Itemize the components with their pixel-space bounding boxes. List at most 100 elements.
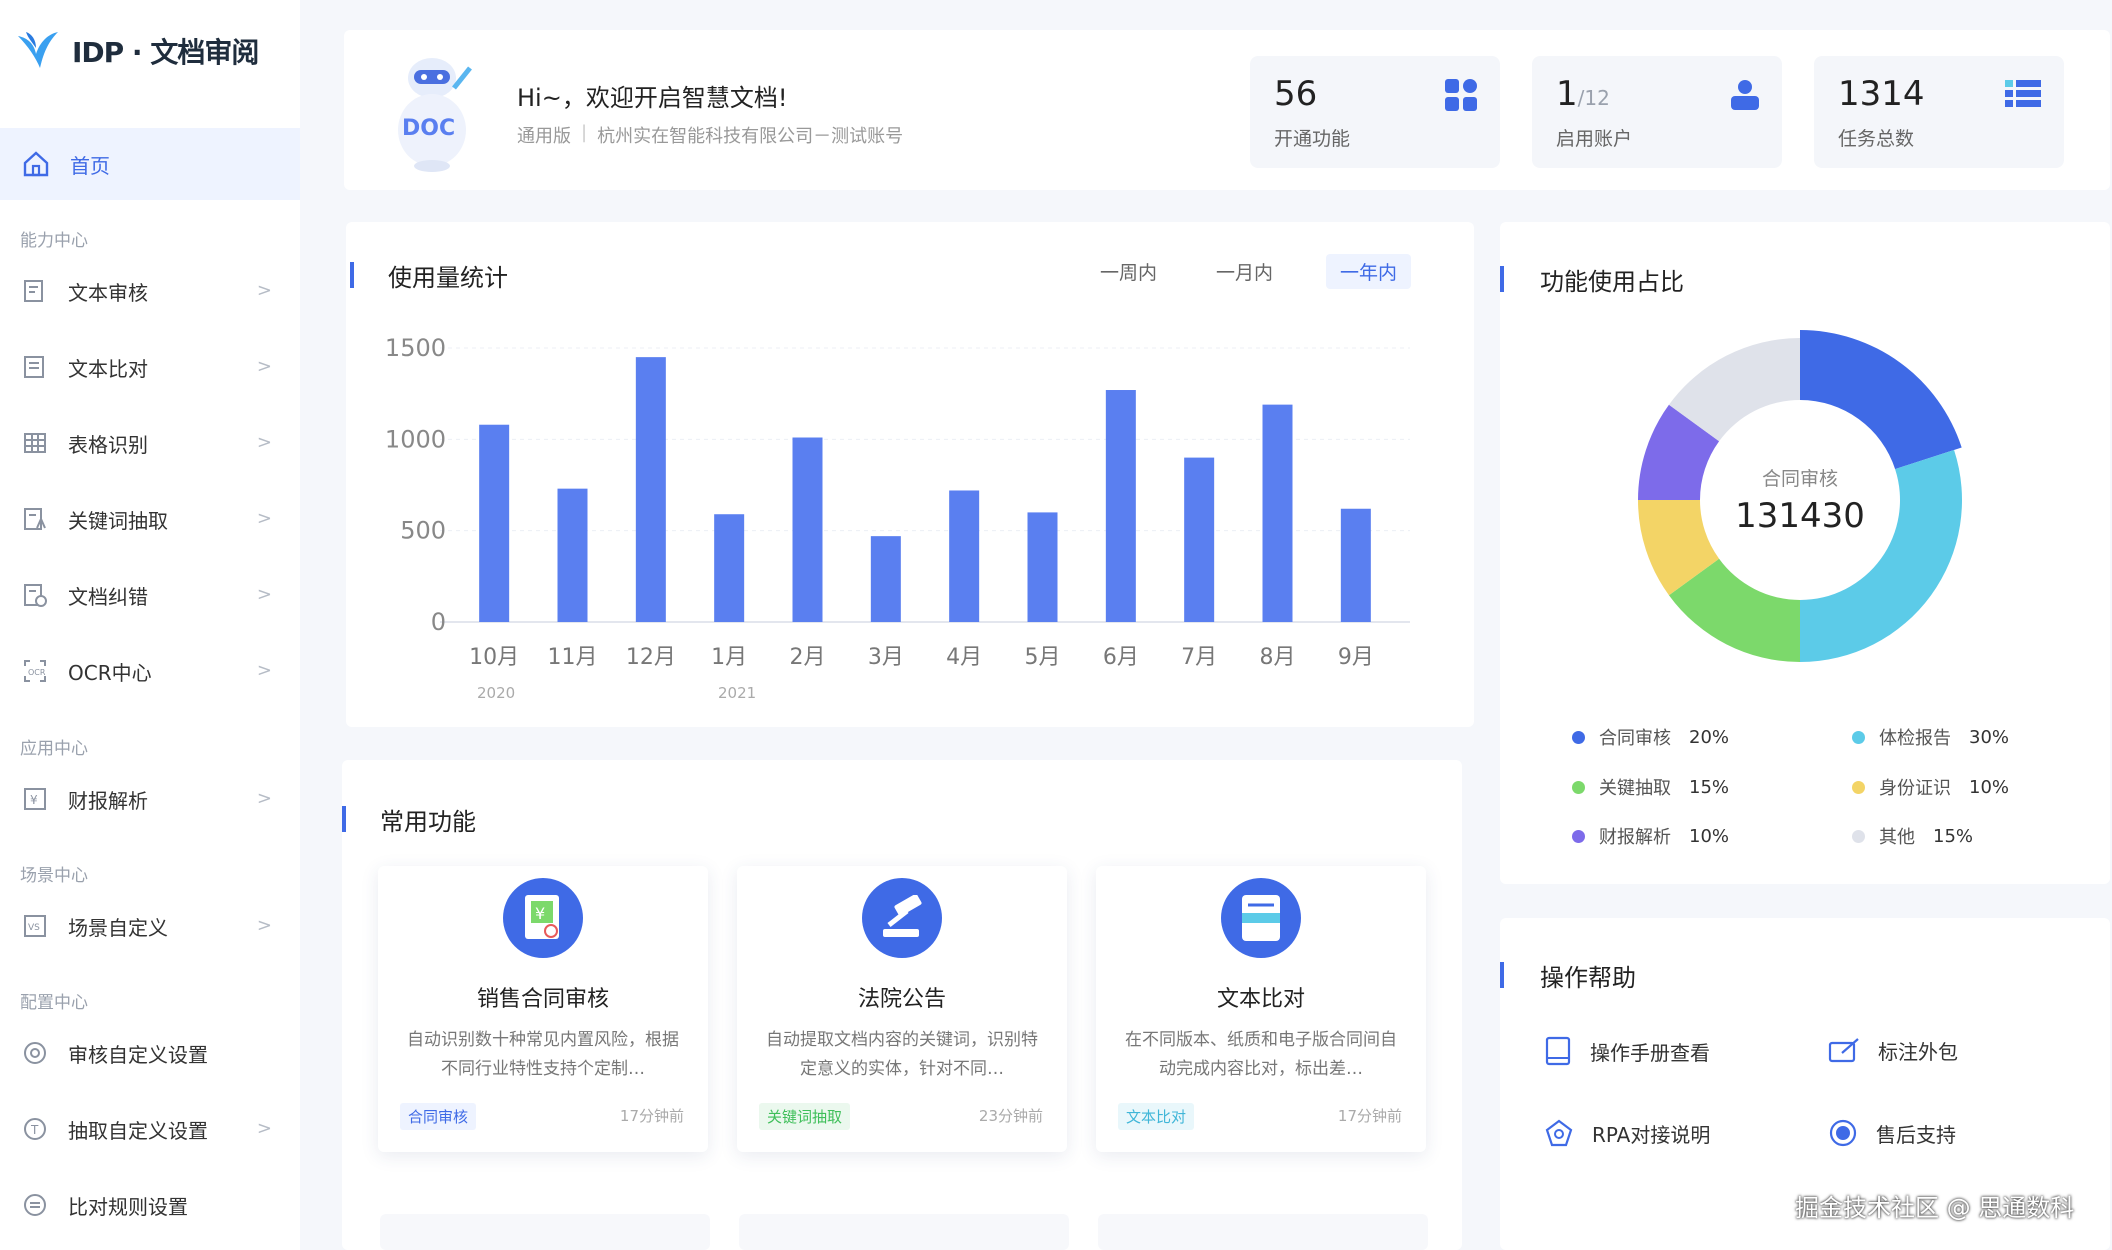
- review-setting-icon: [22, 1040, 48, 1066]
- sidebar-item-label: 抽取自定义设置: [68, 1118, 208, 1143]
- placeholder-card: [1098, 1214, 1428, 1250]
- divider: |: [581, 122, 588, 143]
- stat-functions[interactable]: 56 开通功能: [1250, 56, 1500, 168]
- finance-icon: ¥: [22, 786, 48, 812]
- chevron-right-icon: >: [256, 915, 272, 936]
- x-tick-label: 2月: [790, 645, 826, 670]
- support-icon: [1829, 1119, 1857, 1147]
- legend-pct: 20%: [1689, 726, 1730, 748]
- sidebar-item-finance[interactable]: ¥ 财报解析 >: [0, 771, 300, 827]
- function-card-court[interactable]: 法院公告 自动提取文档内容的关键词，识别特定意义的实体，针对不同… 关键词抽取 …: [737, 866, 1067, 1152]
- watermark: 掘金技术社区 @ 思通数科: [1795, 1194, 2075, 1222]
- bar: [557, 488, 588, 622]
- task-list-icon: [2004, 78, 2042, 112]
- robot-mascot-icon: DOC: [384, 48, 484, 176]
- legend-pct: 10%: [1689, 825, 1730, 847]
- section-marker: [1500, 962, 1504, 988]
- usage-bar-chart: 1500 1000 500 0 10月 11月 12月 1月 2月 3月 4月 5月 6月 7月 8月 9月: [385, 334, 1410, 670]
- stat-value: 56: [1274, 74, 1318, 114]
- sidebar-item-scene[interactable]: VS 场景自定义 >: [0, 898, 300, 954]
- bar: [635, 357, 666, 622]
- range-month[interactable]: 一月内: [1216, 258, 1273, 285]
- help-item-annotate[interactable]: 标注外包: [1828, 1036, 1958, 1065]
- svg-text:¥: ¥: [535, 904, 545, 923]
- bird-logo-icon: [18, 32, 58, 68]
- function-desc: 在不同版本、纸质和电子版合同间自动完成内容比对，标出差…: [1125, 1030, 1397, 1079]
- legend-name: 其他: [1879, 827, 1915, 848]
- function-tag: 关键词抽取: [759, 1103, 851, 1130]
- sidebar-item-ocr[interactable]: OCR OCR中心 >: [0, 643, 300, 699]
- contract-icon: ¥: [503, 878, 583, 958]
- y-tick-label: 0: [431, 608, 446, 636]
- legend-item: 体检报告 30%: [1852, 724, 2009, 750]
- function-name: 法院公告: [857, 987, 946, 1012]
- sidebar: IDP · 文档审阅 首页 能力中心 文本审核 > 文本比对 > 表格识别 > …: [0, 0, 300, 1250]
- x-tick-label: 9月: [1338, 645, 1374, 670]
- help-item-manual[interactable]: 操作手册查看: [1544, 1036, 1710, 1066]
- legend-name: 合同审核: [1599, 728, 1671, 749]
- usage-title: 使用量统计: [388, 264, 508, 292]
- range-year[interactable]: 一年内: [1326, 254, 1412, 289]
- stat-tasks[interactable]: 1314 任务总数: [1814, 56, 2064, 168]
- sidebar-item-compare-rule[interactable]: 比对规则设置: [0, 1177, 300, 1233]
- sidebar-item-table[interactable]: 表格识别 >: [0, 415, 300, 471]
- edition-label: 通用版: [517, 126, 571, 147]
- stat-value: 1314: [1838, 74, 1925, 114]
- function-desc: 自动识别数十种常见内置风险，根据不同行业特性支持个定制…: [407, 1030, 679, 1079]
- chevron-right-icon: >: [256, 788, 272, 809]
- legend-name: 财报解析: [1599, 827, 1671, 848]
- annotate-icon: [1828, 1037, 1859, 1062]
- help-title: 操作帮助: [1540, 964, 1636, 992]
- legend-pct: 10%: [1969, 776, 2010, 798]
- sidebar-item-label: 文本比对: [68, 356, 148, 381]
- stat-label: 开通功能: [1274, 128, 1351, 150]
- sidebar-item-doc-correct[interactable]: 文档纠错 >: [0, 567, 300, 623]
- doc-compare-icon: [22, 354, 48, 380]
- section-scene: 场景中心: [20, 866, 88, 886]
- legend-item: 合同审核 20%: [1572, 724, 1729, 750]
- section-ability: 能力中心: [20, 231, 88, 251]
- help-label: 标注外包: [1878, 1040, 1958, 1064]
- app-logo[interactable]: IDP · 文档审阅: [14, 28, 259, 74]
- section-config: 配置中心: [20, 993, 88, 1013]
- legend-name: 体检报告: [1879, 728, 1951, 749]
- sidebar-item-keyword[interactable]: 关键词抽取 >: [0, 491, 300, 547]
- x-tick-label: 3月: [868, 645, 904, 670]
- manual-icon: [1545, 1036, 1571, 1066]
- function-card-compare[interactable]: 文本比对 在不同版本、纸质和电子版合同间自动完成内容比对，标出差… 文本比对 1…: [1096, 866, 1426, 1152]
- sidebar-item-text-review[interactable]: 文本审核 >: [0, 263, 300, 319]
- function-name: 销售合同审核: [476, 987, 609, 1012]
- function-time: 17分钟前: [619, 1107, 684, 1125]
- doc-correct-icon: [22, 582, 48, 608]
- help-item-rpa[interactable]: RPA对接说明: [1544, 1118, 1710, 1148]
- legend-pct: 15%: [1689, 776, 1730, 798]
- stat-accounts[interactable]: 1/12 启用账户: [1532, 56, 1782, 168]
- bar: [1027, 512, 1058, 622]
- bar: [792, 437, 823, 622]
- sidebar-item-label: 比对规则设置: [68, 1194, 188, 1219]
- nav-home[interactable]: 首页: [0, 128, 300, 200]
- x-tick-label: 6月: [1103, 645, 1139, 670]
- legend-pct: 15%: [1933, 825, 1974, 847]
- function-time: 17分钟前: [1337, 1107, 1402, 1125]
- chevron-right-icon: >: [256, 508, 272, 529]
- sidebar-item-label: OCR中心: [68, 660, 152, 685]
- function-name: 文本比对: [1216, 987, 1305, 1012]
- extract-setting-icon: T: [22, 1116, 48, 1142]
- sidebar-item-label: 财报解析: [68, 788, 148, 813]
- robot-badge: DOC: [402, 116, 456, 141]
- svg-text:¥: ¥: [30, 793, 38, 807]
- stat-label: 任务总数: [1838, 128, 1915, 150]
- help-item-support[interactable]: 售后支持: [1828, 1118, 1956, 1148]
- sidebar-item-extract-setting[interactable]: T 抽取自定义设置 >: [0, 1101, 300, 1157]
- section-marker: [1500, 266, 1504, 292]
- function-card-contract[interactable]: ¥ 销售合同审核 自动识别数十种常见内置风险，根据不同行业特性支持个定制… 合同…: [378, 866, 708, 1152]
- scene-icon: VS: [22, 913, 48, 939]
- compare-rule-icon: [22, 1192, 48, 1218]
- sidebar-item-text-compare[interactable]: 文本比对 >: [0, 339, 300, 395]
- stat-sub: /12: [1577, 86, 1610, 110]
- app-title: IDP · 文档审阅: [72, 36, 259, 69]
- sidebar-item-review-setting[interactable]: 审核自定义设置: [0, 1025, 300, 1081]
- legend-item: 其他 15%: [1852, 823, 1973, 849]
- range-week[interactable]: 一周内: [1100, 258, 1157, 285]
